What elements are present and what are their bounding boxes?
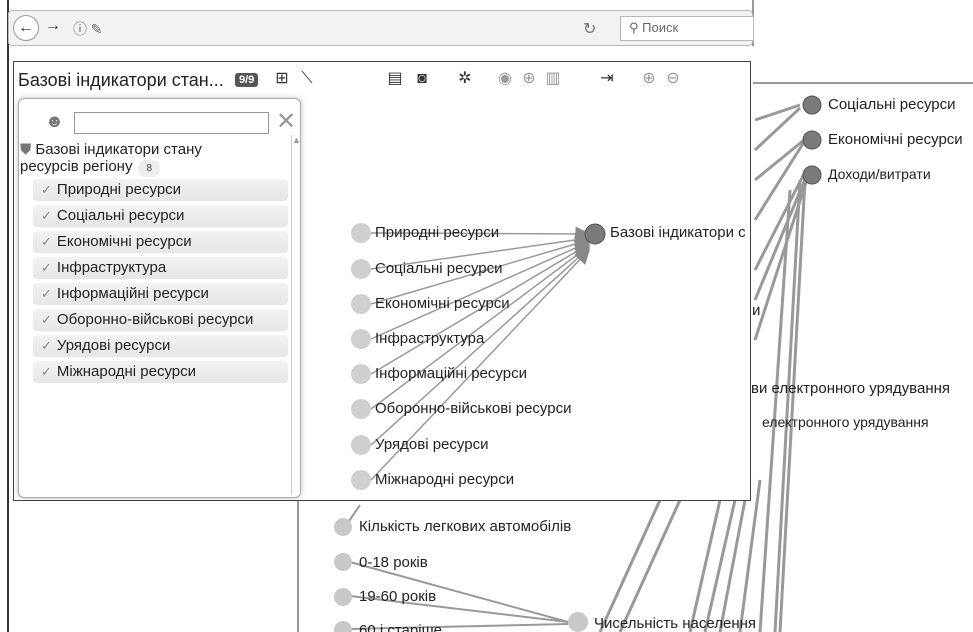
scroll-up-icon[interactable]: ▲ [292, 135, 301, 145]
tree-item[interactable]: ✓ Інформаційні ресурси [33, 283, 288, 305]
check-icon: ✓ [41, 312, 52, 327]
graph-node-age-60-plus[interactable]: 60 і старіше [359, 622, 442, 632]
inner-node-5[interactable]: Інформаційні ресурси [375, 365, 527, 382]
check-icon: ✓ [41, 208, 52, 223]
check-icon: ✓ [41, 182, 52, 197]
inner-target-node[interactable]: Базові індикатори с [610, 224, 746, 241]
search-input[interactable]: ⚲ Поиск [620, 16, 754, 41]
graph-node-age-19-60[interactable]: 19-60 років [359, 588, 436, 605]
tree-item[interactable]: ✓ Економічні ресурси [33, 231, 288, 253]
search-placeholder: Поиск [642, 20, 679, 35]
tree-item[interactable]: ✓ Міжнародні ресурси [33, 361, 288, 383]
tree-item-label: Інформаційні ресурси [56, 285, 209, 302]
search-icon: ⚲ [629, 20, 643, 35]
tree-item[interactable]: ✓ Урядові ресурси [33, 335, 288, 357]
user-filter-icon: ☻ [45, 111, 64, 131]
tree-root-label-1: Базові індикатори стану [35, 141, 202, 158]
inner-node-2[interactable]: Соціальні ресурси [375, 260, 503, 277]
inner-node-6[interactable]: Оборонно-військові ресурси [375, 400, 571, 417]
tree-scrollbar[interactable]: ▲ [291, 135, 301, 495]
tree-item-label: Оборонно-військові ресурси [56, 311, 254, 328]
tree-panel: ☻ ✕ ⛊ Базові індикатори стану ресурсів р… [18, 98, 301, 498]
graph-partial-label: и [752, 302, 761, 319]
check-icon: ✓ [41, 364, 52, 379]
tree-item[interactable]: ✓ Природні ресурси [33, 179, 288, 201]
tree-item[interactable]: ✓ Оборонно-військові ресурси [33, 309, 288, 331]
info-icon[interactable]: ⓘ ✎ [73, 19, 103, 39]
reload-icon[interactable]: ↻ [583, 19, 596, 39]
forward-arrow-icon[interactable]: → [45, 17, 61, 35]
tree-item-label: Соціальні ресурси [56, 207, 185, 224]
graph-node-egov-1[interactable]: ви електронного урядування [751, 380, 950, 397]
tree-root[interactable]: ⛊ Базові індикатори стану ресурсів регіо… [20, 141, 202, 177]
graph-panel: Базові індикатори стан... 9/9 ⊞ ⟍ ▤ ◙ ✲ … [13, 61, 751, 501]
stage: Соціальні ресурси Економічні ресурси Дох… [0, 0, 973, 632]
graph-node-social[interactable]: Соціальні ресурси [828, 96, 956, 113]
inner-node-3[interactable]: Економічні ресурси [375, 295, 510, 312]
graph-node-economic[interactable]: Економічні ресурси [828, 131, 963, 148]
tree-item-label: Міжнародні ресурси [56, 363, 197, 380]
check-icon: ✓ [41, 286, 52, 301]
inner-node-1[interactable]: Природні ресурси [375, 224, 499, 241]
inner-node-4[interactable]: Інфраструктура [375, 330, 484, 347]
check-icon: ✓ [41, 234, 52, 249]
inner-node-8[interactable]: Міжнародні ресурси [375, 471, 514, 488]
tree-item[interactable]: ✓ Соціальні ресурси [33, 205, 288, 227]
tree-item-label: Природні ресурси [56, 181, 182, 198]
tree-item-label: Урядові ресурси [56, 337, 171, 354]
close-icon[interactable]: ✕ [276, 107, 296, 136]
browser-url-bar: ← → ⓘ ✎ ↻ ⚲ Поиск [8, 10, 754, 46]
check-icon: ✓ [41, 338, 52, 353]
tree-root-label-2: ресурсів регіону [20, 158, 133, 175]
tree-root-count: 8 [138, 160, 161, 177]
graph-node-population[interactable]: Чисельність населення [594, 615, 756, 632]
back-arrow-icon[interactable]: ← [13, 15, 39, 41]
tree-item-label: Економічні ресурси [56, 233, 192, 250]
graph-node-income-expenses[interactable]: Доходи/витрати [828, 166, 931, 182]
inner-node-7[interactable]: Урядові ресурси [375, 436, 488, 453]
graph-node-egov-2[interactable]: електронного урядування [762, 414, 929, 430]
graph-node-age-0-18[interactable]: 0-18 років [359, 554, 428, 571]
graph-node-cars[interactable]: Кількість легкових автомобілів [359, 518, 571, 535]
tree-filter-input[interactable] [74, 112, 269, 134]
tree-item-label: Інфраструктура [56, 259, 167, 276]
tree-item[interactable]: ✓ Інфраструктура [33, 257, 288, 279]
shield-icon: ⛊ [20, 141, 36, 158]
check-icon: ✓ [41, 260, 52, 275]
